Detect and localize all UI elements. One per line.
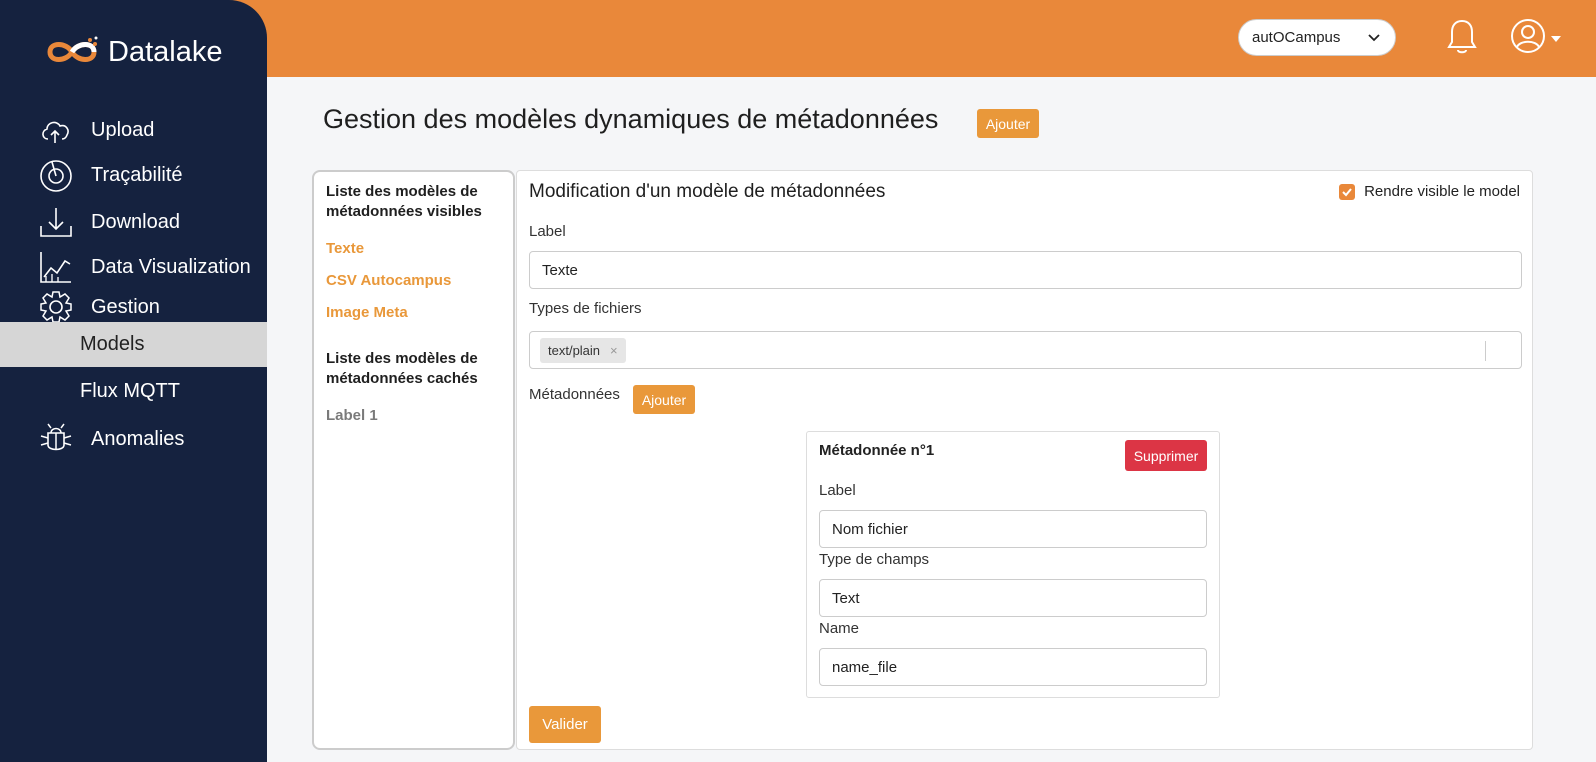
sidebar-item-label: Gestion — [91, 295, 160, 318]
sidebar-item-label: Traçabilité — [91, 163, 183, 186]
chart-icon — [40, 252, 71, 283]
sidebar-item-gestion[interactable]: Gestion — [0, 287, 267, 327]
metadata-card: Métadonnée n°1 Supprimer Label Nom fichi… — [806, 431, 1220, 698]
metadata-label-input[interactable]: Nom fichier — [819, 510, 1207, 548]
label-field-label: Label — [529, 223, 566, 240]
logo[interactable]: Datalake — [44, 32, 222, 72]
sidebar-item-data-visualization[interactable]: Data Visualization — [0, 245, 267, 289]
sidebar-item-download[interactable]: Download — [0, 200, 267, 244]
metadata-card-title: Métadonnée n°1 — [819, 442, 935, 459]
chevron-down-icon — [1368, 34, 1380, 42]
metadata-label: Métadonnées — [529, 386, 620, 403]
add-model-button[interactable]: Ajouter — [977, 109, 1039, 138]
file-type-tag: text/plain × — [540, 338, 626, 363]
gear-icon — [40, 291, 72, 323]
visible-model-checkbox[interactable]: Rendre visible le model — [1339, 183, 1520, 200]
sidebar-item-label: Models — [80, 333, 145, 355]
cloud-upload-icon — [42, 121, 69, 143]
model-link-label-1[interactable]: Label 1 — [326, 407, 378, 424]
model-link-csv-autocampus[interactable]: CSV Autocampus — [326, 272, 451, 289]
file-types-label: Types de fichiers — [529, 300, 642, 317]
sidebar-item-label: Data Visualization — [91, 255, 251, 278]
model-edit-panel: Modification d'un modèle de métadonnées … — [516, 170, 1533, 750]
model-link-texte[interactable]: Texte — [326, 240, 364, 257]
bug-icon — [40, 423, 72, 451]
edit-panel-title: Modification d'un modèle de métadonnées — [529, 181, 886, 202]
metadata-name-label: Name — [819, 620, 860, 637]
sidebar-item-label: Upload — [91, 118, 155, 141]
page-title: Gestion des modèles dynamiques de métado… — [323, 104, 939, 134]
metadata-type-input[interactable]: Text — [819, 579, 1207, 617]
models-list-panel: Liste des modèles de métadonnées visible… — [312, 170, 515, 750]
metadata-label-label: Label — [819, 482, 856, 499]
metadata-type-label: Type de champs — [819, 551, 930, 568]
brand-name: Datalake — [108, 35, 223, 68]
sidebar-item-label: Anomalies — [91, 427, 185, 450]
remove-tag-icon[interactable]: × — [610, 343, 618, 358]
sidebar: Datalake Upload Traçabilité Download Dat… — [0, 0, 267, 762]
sidebar-item-tracabilite[interactable]: Traçabilité — [0, 153, 267, 197]
sidebar-item-anomalies[interactable]: Anomalies — [0, 417, 267, 461]
tags-separator — [1485, 341, 1486, 361]
user-menu[interactable] — [1510, 18, 1562, 54]
hidden-models-heading: Liste des modèles de métadonnées cachés — [326, 350, 478, 387]
sidebar-item-label: Flux MQTT — [80, 380, 180, 402]
sidebar-subitem-flux-mqtt[interactable]: Flux MQTT — [0, 369, 267, 414]
user-icon — [1511, 19, 1545, 53]
delete-metadata-button[interactable]: Supprimer — [1125, 440, 1207, 471]
metadata-name-input[interactable]: name_file — [819, 648, 1207, 686]
add-metadata-button[interactable]: Ajouter — [633, 385, 695, 414]
sidebar-item-upload[interactable]: Upload — [0, 108, 267, 152]
sidebar-item-label: Download — [91, 210, 180, 233]
model-link-image-meta[interactable]: Image Meta — [326, 304, 408, 321]
visible-models-heading: Liste des modèles de métadonnées visible… — [326, 183, 482, 220]
file-types-input[interactable]: text/plain × — [529, 331, 1522, 369]
checkbox-checked-icon — [1339, 183, 1356, 200]
site-select[interactable]: autOCampus — [1238, 19, 1396, 56]
file-type-tag-label: text/plain — [548, 343, 601, 358]
target-icon — [40, 160, 72, 192]
infinity-logo-icon — [47, 36, 98, 62]
model-label-input[interactable]: Texte — [529, 251, 1522, 289]
download-icon — [40, 208, 72, 237]
caret-down-icon — [1551, 36, 1561, 42]
validate-button[interactable]: Valider — [529, 706, 601, 743]
site-select-value: autOCampus — [1252, 29, 1341, 46]
bell-icon[interactable] — [1446, 18, 1478, 56]
sidebar-subitem-models[interactable]: Models — [0, 322, 267, 367]
visible-model-label: Rendre visible le model — [1364, 183, 1520, 200]
